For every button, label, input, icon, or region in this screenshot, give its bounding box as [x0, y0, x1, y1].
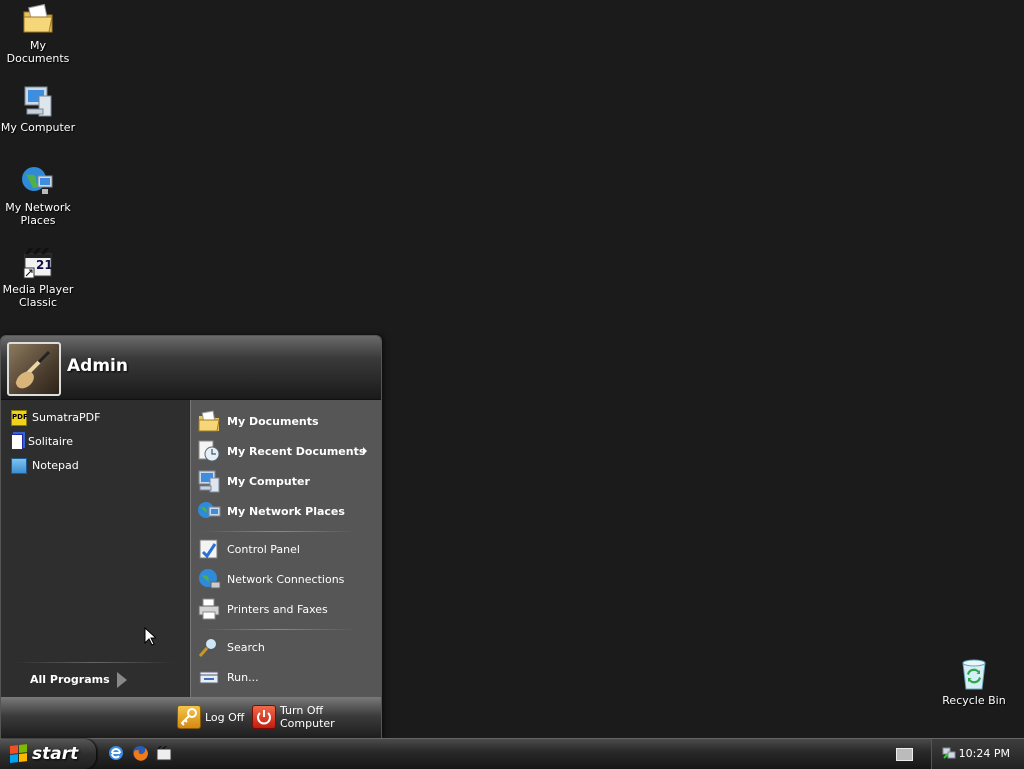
- desktop-icon-my-documents[interactable]: My Documents: [0, 2, 76, 65]
- places-item-label: Printers and Faxes: [227, 602, 328, 616]
- desktop-icon-recycle-bin[interactable]: Recycle Bin: [936, 657, 1012, 707]
- mouse-cursor-icon: [144, 626, 158, 649]
- power-icon: [252, 705, 276, 729]
- network-places-icon: [197, 499, 221, 523]
- pinned-item-notepad[interactable]: Notepad: [11, 456, 79, 476]
- places-item-search[interactable]: Search: [197, 632, 375, 662]
- recent-documents-icon: [197, 439, 221, 463]
- folder-documents-icon: [197, 409, 221, 433]
- log-off-icon: [177, 705, 201, 729]
- turn-off-label: Turn Off Computer: [280, 704, 335, 730]
- network-places-icon: [21, 164, 55, 198]
- places-panel: My Documents My Recent Documents My Comp…: [190, 400, 381, 697]
- internet-explorer-icon[interactable]: [108, 745, 124, 761]
- start-menu-header: Admin: [1, 336, 381, 400]
- system-tray: 10:24 PM: [931, 739, 1024, 769]
- separator: [201, 531, 356, 532]
- places-item-printers-and-faxes[interactable]: Printers and Faxes: [197, 594, 375, 624]
- desktop-icon-label: My Computer: [0, 121, 76, 134]
- pinned-item-label: Notepad: [32, 459, 79, 472]
- user-avatar[interactable]: [7, 342, 61, 396]
- places-item-label: Control Panel: [227, 542, 300, 556]
- pinned-programs-panel: PDF SumatraPDF Solitaire Notepad All Pro…: [1, 400, 189, 697]
- places-item-label: Run...: [227, 670, 259, 684]
- start-label: start: [32, 744, 79, 764]
- start-menu: Admin PDF SumatraPDF Solitaire Notepad A…: [0, 335, 382, 739]
- places-item-my-recent-documents[interactable]: My Recent Documents: [197, 436, 375, 466]
- places-item-run[interactable]: Run...: [197, 662, 375, 692]
- recycle-bin-icon: [957, 657, 991, 691]
- pinned-item-sumatrapdf[interactable]: PDF SumatraPDF: [11, 408, 100, 428]
- keyboard-icon[interactable]: [896, 748, 913, 761]
- windows-logo-icon: [10, 744, 28, 764]
- all-programs-arrow-icon[interactable]: [117, 672, 127, 688]
- desktop-icon-label: Media Player Classic: [2, 283, 74, 309]
- start-menu-footer: Log Off Turn Off Computer: [1, 697, 381, 739]
- media-player-icon: 21: [21, 246, 55, 280]
- places-item-label: My Computer: [227, 474, 310, 488]
- places-item-label: Search: [227, 640, 265, 654]
- network-tray-icon[interactable]: [942, 746, 956, 760]
- submenu-arrow-icon: [363, 447, 367, 455]
- desktop-icon-label: Recycle Bin: [942, 694, 1006, 707]
- turn-off-computer-button[interactable]: Turn Off Computer: [252, 704, 381, 730]
- all-programs-button[interactable]: All Programs: [30, 670, 110, 690]
- separator: [15, 662, 175, 663]
- desktop-icon-media-player-classic[interactable]: 21 Media Player Classic: [0, 246, 76, 309]
- folder-documents-icon: [21, 2, 55, 36]
- places-item-label: Network Connections: [227, 572, 345, 586]
- search-icon: [197, 635, 221, 659]
- pinned-item-solitaire[interactable]: Solitaire: [11, 432, 73, 452]
- network-connections-icon: [197, 567, 221, 591]
- desktop-icon-label: My Documents: [6, 39, 70, 65]
- start-button[interactable]: start: [0, 739, 96, 769]
- computer-icon: [197, 469, 221, 493]
- places-item-my-network-places[interactable]: My Network Places: [197, 496, 375, 526]
- places-item-label: My Recent Documents: [227, 444, 366, 458]
- run-icon: [197, 665, 221, 689]
- separator: [201, 629, 356, 630]
- log-off-button[interactable]: Log Off: [177, 705, 244, 729]
- log-off-label: Log Off: [205, 710, 245, 724]
- desktop-icon-my-computer[interactable]: My Computer: [0, 84, 76, 134]
- desktop-icon-my-network-places[interactable]: My Network Places: [0, 164, 76, 227]
- desktop-icon-label: My Network Places: [5, 201, 71, 227]
- places-item-control-panel[interactable]: Control Panel: [197, 534, 375, 564]
- places-item-label: My Documents: [227, 414, 319, 428]
- user-name: Admin: [67, 356, 128, 376]
- pinned-item-label: Solitaire: [28, 435, 73, 448]
- notepad-icon: [11, 458, 27, 474]
- media-player-icon[interactable]: [156, 745, 172, 761]
- taskbar: start 10:24 PM: [0, 738, 1024, 769]
- places-item-my-documents[interactable]: My Documents: [197, 406, 375, 436]
- places-item-my-computer[interactable]: My Computer: [197, 466, 375, 496]
- control-panel-icon: [197, 537, 221, 561]
- pinned-item-label: SumatraPDF: [32, 411, 101, 424]
- places-item-label: My Network Places: [227, 504, 345, 518]
- solitaire-icon: [11, 434, 23, 450]
- clock[interactable]: 10:24 PM: [959, 747, 1010, 760]
- firefox-icon[interactable]: [132, 745, 148, 761]
- computer-icon: [21, 84, 55, 118]
- sumatrapdf-icon: PDF: [11, 410, 28, 426]
- printer-icon: [197, 597, 221, 621]
- mpc-badge: 21: [36, 258, 53, 272]
- places-item-network-connections[interactable]: Network Connections: [197, 564, 375, 594]
